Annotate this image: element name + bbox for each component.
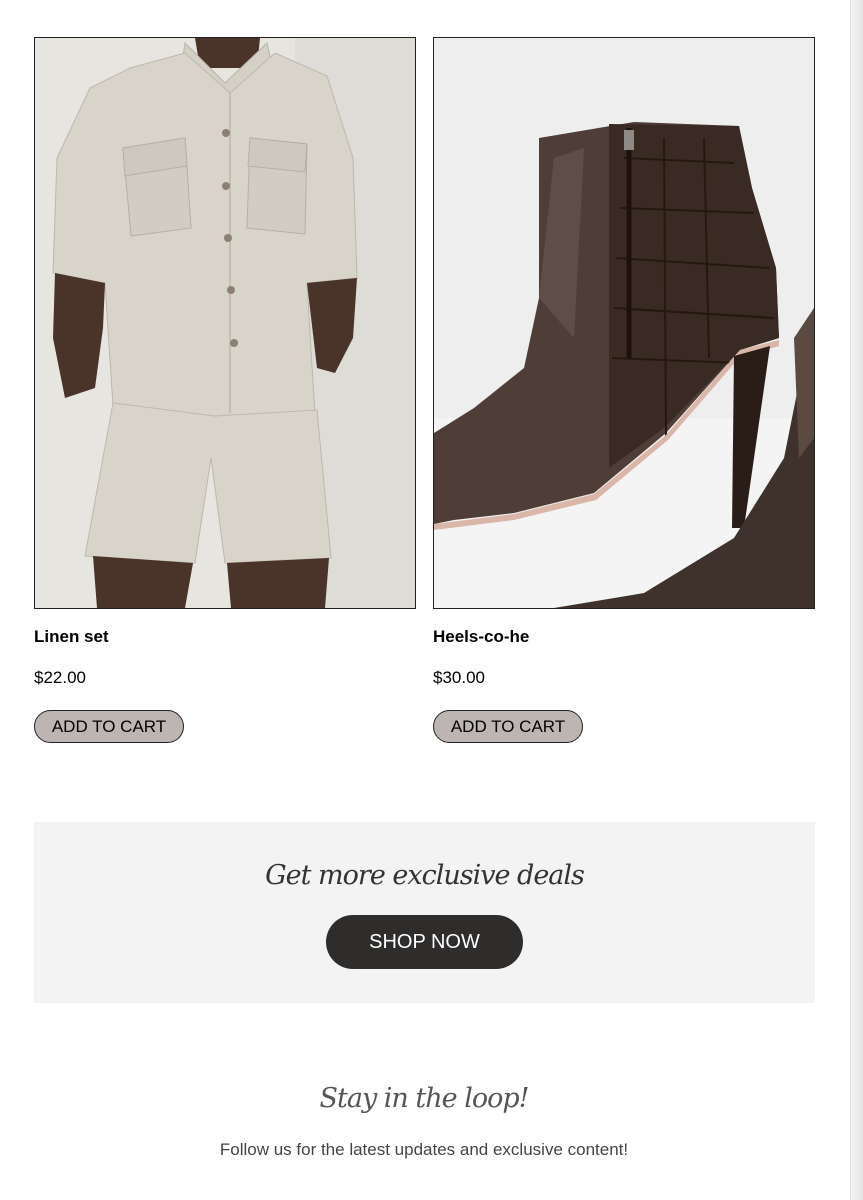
product-name[interactable]: Heels-co-he xyxy=(433,627,529,647)
shop-now-button[interactable]: SHOP NOW xyxy=(326,915,523,969)
add-to-cart-button[interactable]: ADD TO CART xyxy=(34,710,184,743)
social-section-title: Stay in the loop! xyxy=(319,1083,530,1114)
product-card-linen-set: Linen set $22.00 ADD TO CART xyxy=(34,37,416,743)
window-scroll-edge xyxy=(850,0,863,1200)
product-name[interactable]: Linen set xyxy=(34,627,109,647)
product-image-heels-co-he[interactable] xyxy=(433,37,815,609)
product-price: $30.00 xyxy=(433,668,485,687)
add-to-cart-button[interactable]: ADD TO CART xyxy=(433,710,583,743)
promo-title: Get more exclusive deals xyxy=(265,860,585,891)
product-image-linen-set[interactable] xyxy=(34,37,416,609)
product-card-heels-co-he: Heels-co-he $30.00 ADD TO CART xyxy=(433,37,815,743)
product-price: $22.00 xyxy=(34,668,86,687)
social-section-subtitle: Follow us for the latest updates and exc… xyxy=(219,1140,629,1159)
promo-banner: Get more exclusive deals SHOP NOW xyxy=(34,822,815,1003)
